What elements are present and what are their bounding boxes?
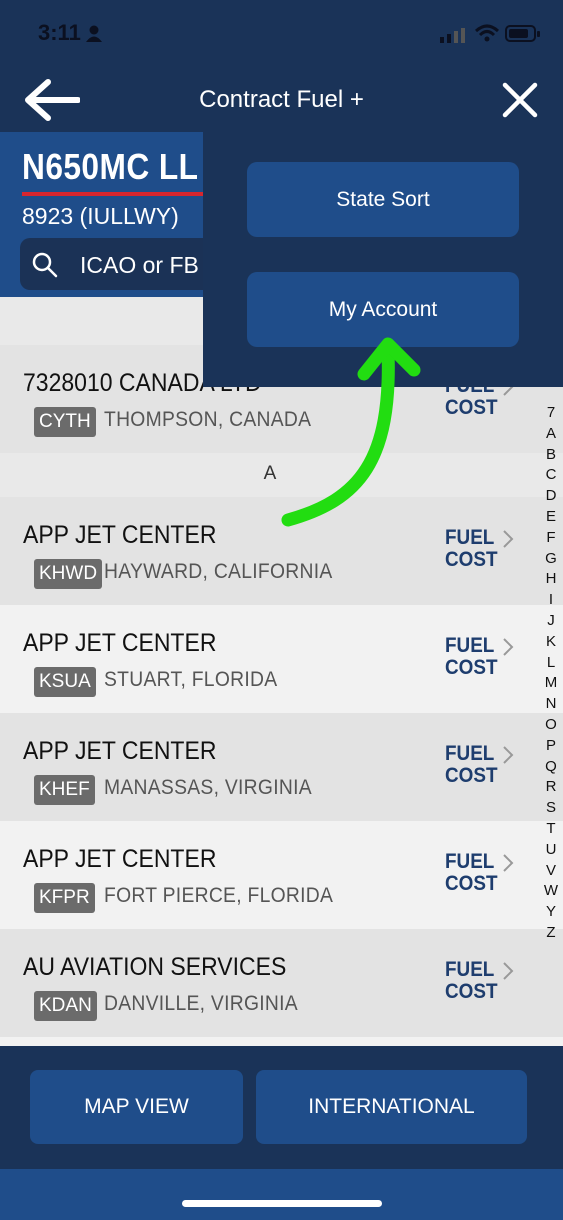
fbo-location: STUART, FLORIDA (104, 668, 278, 691)
fbo-name: APP JET CENTER (23, 521, 217, 549)
airport-code-badge: KHEF (34, 775, 95, 805)
fuel-label: FUEL (445, 850, 495, 873)
status-time: 3:11 (38, 20, 81, 45)
alphabet-index-letter[interactable]: V (538, 861, 563, 882)
section-letter: A (263, 463, 277, 484)
alphabet-index-letter[interactable]: D (538, 486, 563, 507)
list-bottom-edge (0, 1037, 563, 1046)
alphabet-index-letter[interactable]: E (538, 507, 563, 528)
alphabet-index-letter[interactable]: M (538, 673, 563, 694)
fuel-label: FUEL (445, 742, 495, 765)
cost-label: COST (445, 764, 498, 787)
alphabet-index-letter[interactable]: C (538, 465, 563, 486)
cost-label: COST (445, 980, 498, 1003)
state-sort-button[interactable]: State Sort (247, 162, 519, 237)
airport-code-badge: KSUA (34, 667, 96, 697)
chevron-right-icon (503, 746, 514, 764)
chevron-right-icon (503, 530, 514, 548)
person-icon (86, 25, 102, 42)
fbo-name: APP JET CENTER (23, 737, 217, 765)
chevron-right-icon (503, 854, 514, 872)
fbo-name: APP JET CENTER (23, 845, 217, 873)
fbo-location: FORT PIERCE, FLORIDA (104, 884, 334, 907)
fbo-name: APP JET CENTER (23, 629, 217, 657)
page-title: Contract Fuel + (199, 86, 364, 113)
fuel-cost-link[interactable]: FUELCOST (445, 959, 498, 1003)
fuel-cost-link[interactable]: FUELCOST (445, 635, 498, 679)
list-item[interactable]: AU AVIATION SERVICES KDAN DANVILLE, VIRG… (0, 929, 563, 1037)
alphabet-index-letter[interactable]: W (538, 881, 563, 902)
signal-icon (440, 28, 465, 43)
alphabet-index-letter[interactable]: K (538, 632, 563, 653)
fuel-label: FUEL (445, 526, 495, 549)
section-header: A (0, 453, 563, 497)
alphabet-index-letter[interactable]: 7 (538, 403, 563, 424)
alphabet-index-letter[interactable]: L (538, 653, 563, 674)
home-area (0, 1169, 563, 1220)
cost-label: COST (445, 656, 498, 679)
fbo-location: HAYWARD, CALIFORNIA (104, 560, 333, 583)
alphabet-index-letter[interactable]: G (538, 549, 563, 570)
alphabet-index-letter[interactable]: F (538, 528, 563, 549)
international-button[interactable]: INTERNATIONAL (256, 1070, 527, 1144)
wifi-icon (474, 24, 500, 42)
fuel-label: FUEL (445, 958, 495, 981)
alphabet-index-letter[interactable]: Y (538, 902, 563, 923)
list-item[interactable]: APP JET CENTER KHEF MANASSAS, VIRGINIA F… (0, 713, 563, 821)
airport-code-badge: KFPR (34, 883, 95, 913)
list-item[interactable]: APP JET CENTER KHWD HAYWARD, CALIFORNIA … (0, 497, 563, 605)
fuel-label: FUEL (445, 634, 495, 657)
fbo-location: MANASSAS, VIRGINIA (104, 776, 312, 799)
alphabet-index-letter[interactable]: J (538, 611, 563, 632)
tail-number: N650MC LL (22, 146, 199, 187)
fuel-cost-link[interactable]: FUELCOST (445, 527, 498, 571)
chevron-right-icon (503, 638, 514, 656)
search-input[interactable]: ICAO or FB (80, 252, 199, 279)
fbo-location: THOMPSON, CANADA (104, 408, 312, 431)
airport-code-badge: KHWD (34, 559, 103, 589)
alphabet-index-letter[interactable]: I (538, 590, 563, 611)
alphabet-index-letter[interactable]: U (538, 840, 563, 861)
close-icon[interactable] (500, 80, 540, 120)
airport-code-badge: KDAN (34, 991, 97, 1021)
alphabet-index-letter[interactable]: A (538, 424, 563, 445)
alphabet-index-letter[interactable]: B (538, 445, 563, 466)
airport-code-badge: CYTH (34, 407, 96, 437)
my-account-button[interactable]: My Account (247, 272, 519, 347)
fuel-cost-link[interactable]: FUELCOST (445, 743, 498, 787)
fbo-location: DANVILLE, VIRGINIA (104, 992, 298, 1015)
alphabet-index-letter[interactable]: P (538, 736, 563, 757)
alphabet-index-letter[interactable]: O (538, 715, 563, 736)
fuel-cost-link[interactable]: FUELCOST (445, 851, 498, 895)
search-icon (32, 252, 58, 278)
alphabet-index[interactable]: 7ABCDEFGHIJKLMNOPQRSTUVWYZ (538, 403, 563, 944)
map-view-button[interactable]: MAP VIEW (30, 1070, 243, 1144)
account-number: 8923 (IULLWY) (22, 203, 179, 229)
alphabet-index-letter[interactable]: Z (538, 923, 563, 944)
alphabet-index-letter[interactable]: N (538, 694, 563, 715)
chevron-right-icon (503, 962, 514, 980)
cost-label: COST (445, 548, 498, 571)
fbo-name: AU AVIATION SERVICES (23, 953, 287, 981)
alphabet-index-letter[interactable]: H (538, 569, 563, 590)
home-indicator[interactable] (182, 1200, 382, 1207)
cost-label: COST (445, 396, 498, 419)
alphabet-index-letter[interactable]: Q (538, 757, 563, 778)
list-item[interactable]: APP JET CENTER KFPR FORT PIERCE, FLORIDA… (0, 821, 563, 929)
alphabet-index-letter[interactable]: R (538, 777, 563, 798)
alphabet-index-letter[interactable]: S (538, 798, 563, 819)
list-item[interactable]: APP JET CENTER KSUA STUART, FLORIDA FUEL… (0, 605, 563, 713)
cost-label: COST (445, 872, 498, 895)
alphabet-index-letter[interactable]: T (538, 819, 563, 840)
battery-icon (505, 25, 540, 42)
accent-divider (22, 192, 222, 196)
